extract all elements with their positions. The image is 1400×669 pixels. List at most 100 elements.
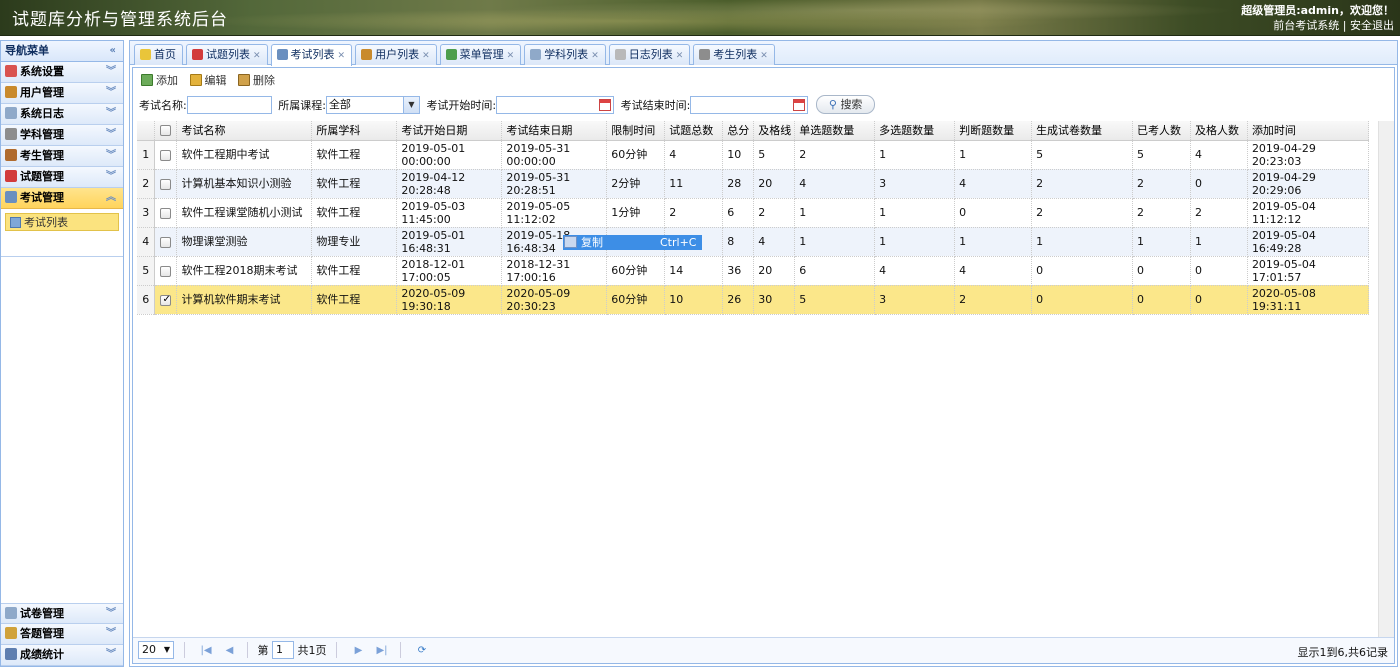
sidebar-item-0[interactable]: 系统设置 ︾	[1, 62, 123, 83]
delete-button[interactable]: 删除	[238, 72, 275, 88]
front-system-link[interactable]: 前台考试系统	[1273, 19, 1339, 32]
sidebar-item-1[interactable]: 用户管理 ︾	[1, 83, 123, 104]
exam-name-input[interactable]	[186, 95, 272, 114]
last-page-icon[interactable]: ▶|	[374, 645, 390, 656]
close-icon[interactable]: ✕	[422, 51, 430, 61]
column-header[interactable]: 总分	[722, 121, 755, 141]
sidebar-item-6[interactable]: 考试管理 ︽	[1, 188, 123, 209]
close-icon[interactable]: ✕	[338, 51, 346, 61]
close-icon[interactable]: ✕	[676, 51, 684, 61]
refresh-icon[interactable]: ⟳	[414, 645, 430, 656]
table-row[interactable]: 3 软件工程课堂随机小测试 软件工程 2019-05-03 11:45:00 2019-…	[137, 198, 1370, 228]
vertical-scrollbar[interactable]	[1378, 121, 1394, 637]
prev-page-icon[interactable]: ◀	[222, 645, 238, 656]
row-checkbox[interactable]	[160, 178, 172, 190]
page-number-input[interactable]: 1	[272, 641, 294, 659]
sidebar-item-5[interactable]: 试题管理 ︾	[1, 167, 123, 188]
expand-down-icon[interactable]: ︾	[106, 604, 116, 624]
tab-1[interactable]: 试题列表 ✕	[186, 44, 268, 65]
column-header[interactable]: 考试结束日期	[501, 121, 608, 141]
header-user-area: 超级管理员:admin，欢迎您！ 前台考试系统 | 安全退出	[1241, 3, 1394, 33]
tab-7[interactable]: 考生列表 ✕	[693, 44, 775, 65]
row-checkbox-cell[interactable]	[154, 256, 178, 286]
table-row[interactable]: 1 软件工程期中考试 软件工程 2019-05-01 00:00:00 2019-05-…	[137, 140, 1370, 170]
row-checkbox-cell[interactable]	[154, 169, 178, 199]
tab-0[interactable]: 首页	[134, 44, 183, 65]
column-header[interactable]: 已考人数	[1132, 121, 1191, 141]
tab-4[interactable]: 菜单管理 ✕	[439, 44, 522, 65]
table-cell: 2019-04-29 20:29:06	[1247, 169, 1370, 199]
close-icon[interactable]: ✕	[591, 51, 599, 61]
expand-down-icon[interactable]: ︾	[106, 83, 116, 103]
sidebar-subitem-exam-list[interactable]: 考试列表	[5, 213, 119, 231]
page-size-select[interactable]: 20 ▼	[138, 641, 174, 659]
row-checkbox[interactable]	[160, 149, 172, 161]
table-row[interactable]: 6计算机软件期末考试软件工程2020-05-09 19:30:182020-05…	[137, 285, 1370, 315]
first-page-icon[interactable]: |◀	[198, 645, 214, 656]
close-icon[interactable]: ✕	[760, 51, 768, 61]
dropdown-arrow-icon[interactable]: ▼	[402, 96, 419, 113]
calendar-icon[interactable]	[599, 98, 612, 111]
expand-down-icon[interactable]: ︾	[106, 167, 116, 187]
table-cell: 1	[874, 140, 956, 170]
sidebar-bottom-item-2[interactable]: 成绩统计 ︾	[1, 645, 123, 666]
row-checkbox-cell[interactable]	[154, 227, 178, 257]
course-select[interactable]: 全部 ▼	[325, 95, 420, 114]
sidebar-item-2[interactable]: 系统日志 ︾	[1, 104, 123, 125]
expand-down-icon[interactable]: ︾	[106, 624, 116, 644]
row-checkbox-cell[interactable]	[154, 198, 178, 228]
close-icon[interactable]: ✕	[253, 51, 261, 61]
row-checkbox-cell[interactable]	[154, 285, 178, 315]
end-time-input[interactable]	[690, 95, 809, 114]
column-header[interactable]: 生成试卷数量	[1031, 121, 1133, 141]
row-checkbox[interactable]	[160, 207, 172, 219]
sidebar-bottom-item-0[interactable]: 试卷管理 ︾	[1, 603, 123, 624]
tab-3[interactable]: 用户列表 ✕	[355, 44, 437, 65]
close-icon[interactable]: ✕	[507, 51, 515, 61]
row-checkbox[interactable]	[160, 236, 172, 248]
tab-label: 用户列表	[375, 48, 420, 61]
row-checkbox[interactable]	[160, 293, 172, 306]
tab-label: 考试列表	[290, 48, 335, 61]
column-header[interactable]: 判断题数量	[954, 121, 1033, 141]
row-checkbox-cell[interactable]	[154, 140, 178, 170]
collapse-up-icon[interactable]: ︽	[106, 188, 116, 208]
logout-link[interactable]: 安全退出	[1350, 19, 1394, 32]
table-row[interactable]: 5 软件工程2018期末考试 软件工程 2018-12-01 17:00:05 2018…	[137, 256, 1370, 286]
calendar-icon[interactable]	[793, 98, 806, 111]
next-page-icon[interactable]: ▶	[351, 645, 367, 656]
table-row[interactable]: 2 计算机基本知识小测验 软件工程 2019-04-12 20:28:48 2019-0…	[137, 169, 1370, 199]
tab-6[interactable]: 日志列表 ✕	[608, 44, 691, 65]
expand-down-icon[interactable]: ︾	[106, 104, 116, 124]
column-header[interactable]: 考试开始日期	[396, 121, 503, 141]
column-header[interactable]: 试题总数	[664, 121, 724, 141]
log-icon	[614, 49, 626, 60]
sidebar-item-3[interactable]: 学科管理 ︾	[1, 125, 123, 146]
select-all-checkbox[interactable]	[160, 125, 172, 137]
column-header[interactable]: 单选题数量	[794, 121, 876, 141]
expand-down-icon[interactable]: ︾	[106, 125, 116, 145]
expand-down-icon[interactable]: ︾	[106, 645, 116, 665]
sidebar-bottom-item-1[interactable]: 答题管理 ︾	[1, 624, 123, 645]
edit-button[interactable]: 编辑	[189, 72, 227, 88]
expand-down-icon[interactable]: ︾	[106, 62, 116, 82]
column-header[interactable]: 添加时间	[1247, 121, 1370, 141]
expand-down-icon[interactable]: ︾	[106, 146, 116, 166]
column-header[interactable]: 所属学科	[311, 121, 398, 141]
column-header[interactable]: 及格人数	[1190, 121, 1248, 141]
column-header[interactable]: 考试名称	[176, 121, 313, 141]
collapse-sidebar-icon[interactable]: «	[110, 41, 116, 61]
copy-context-menu-item[interactable]: 复制 Ctrl+C	[563, 235, 702, 250]
column-header[interactable]: 多选题数量	[874, 121, 956, 141]
start-time-input[interactable]	[496, 95, 615, 114]
tab-2[interactable]: 考试列表 ✕	[270, 44, 353, 66]
row-checkbox[interactable]	[160, 265, 172, 277]
add-button[interactable]: 添加	[141, 72, 178, 88]
table-row[interactable]: 4 物理课堂测验 物理专业 2019-05-01 16:48:31 2019-05-18…	[137, 227, 1370, 257]
search-button[interactable]: ⚲ 搜索	[815, 95, 876, 114]
column-header[interactable]: 限制时间	[606, 121, 666, 141]
tab-5[interactable]: 学科列表 ✕	[524, 44, 606, 65]
select-all-header[interactable]	[154, 121, 178, 141]
column-header[interactable]: 及格线	[753, 121, 796, 141]
sidebar-item-4[interactable]: 考生管理 ︾	[1, 146, 123, 167]
